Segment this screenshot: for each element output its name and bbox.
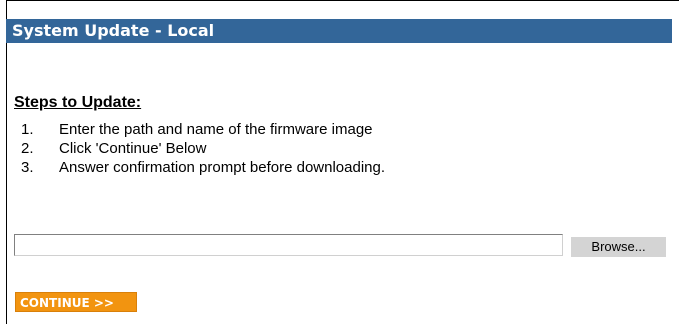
steps-list: 1. Enter the path and name of the firmwar… (21, 120, 385, 177)
step-text: Click 'Continue' Below (59, 140, 207, 157)
browse-button[interactable]: Browse... (570, 236, 667, 258)
list-item: 2. Click 'Continue' Below (21, 139, 385, 158)
step-text: Enter the path and name of the firmware … (59, 121, 373, 138)
step-number: 2. (21, 140, 34, 157)
page-title: System Update - Local (6, 19, 672, 43)
firmware-path-input[interactable] (14, 234, 563, 256)
list-item: 3. Answer confirmation prompt before down… (21, 158, 385, 177)
list-item: 1. Enter the path and name of the firmwar… (21, 120, 385, 139)
step-number: 3. (21, 159, 34, 176)
step-text: Answer confirmation prompt before downlo… (59, 159, 386, 176)
continue-button[interactable]: CONTINUE >> (15, 292, 137, 312)
step-number: 1. (21, 121, 34, 138)
steps-heading: Steps to Update: (14, 94, 142, 111)
